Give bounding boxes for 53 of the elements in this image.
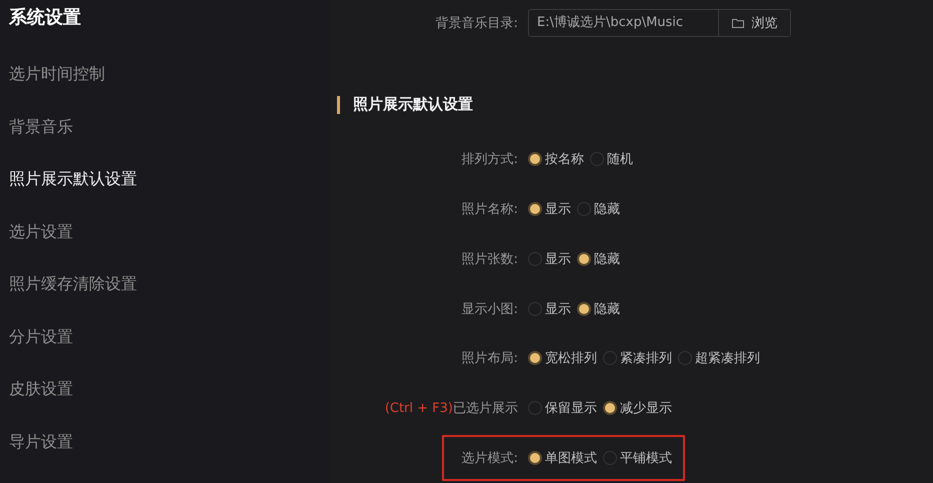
hotkey-hint: (Ctrl + F3)	[384, 401, 453, 416]
option-label: 减少显示	[620, 400, 672, 418]
sidebar-item[interactable]: 导片设置	[9, 430, 330, 482]
sidebar-item[interactable]: 背景音乐	[9, 114, 330, 167]
radio-button[interactable]	[528, 202, 542, 216]
option-label: 按名称	[545, 150, 584, 168]
setting-label: 照片名称:	[460, 200, 518, 218]
sidebar-item[interactable]: 选片设置	[9, 220, 330, 272]
option-label: 单图模式	[545, 450, 597, 468]
option-label: 显示	[545, 300, 571, 318]
option-label: 随机	[607, 150, 633, 168]
sidebar-item[interactable]: 分片设置	[9, 324, 330, 377]
field-label: 背景音乐目录:	[434, 15, 518, 32]
folder-icon	[732, 18, 744, 28]
path-field[interactable]: E:\博诚选片\bcxp\Music 浏览	[528, 9, 791, 37]
radio-button[interactable]	[528, 252, 542, 266]
option-label: 平铺模式	[620, 450, 672, 468]
setting-label: 排列方式:	[460, 150, 518, 168]
option-label: 隐藏	[594, 250, 620, 268]
option-label: 超紧凑排列	[695, 350, 760, 368]
option-label: 隐藏	[594, 200, 620, 218]
setting-label: 已选片展示	[453, 401, 518, 416]
option-label: 隐藏	[594, 300, 620, 318]
radio-button[interactable]	[528, 401, 542, 416]
option-label: 紧凑排列	[620, 350, 672, 368]
radio-button[interactable]	[603, 351, 617, 366]
setting-label: 照片张数:	[460, 250, 518, 268]
option-label: 显示	[545, 200, 571, 218]
option-label: 显示	[545, 250, 571, 268]
setting-label: 选片模式:	[460, 450, 518, 468]
option-label: 宽松排列	[545, 350, 597, 368]
sidebar-item[interactable]: 照片展示默认设置	[9, 167, 330, 220]
radio-button[interactable]	[528, 302, 542, 316]
radio-button[interactable]	[603, 401, 617, 416]
sidebar-item[interactable]: 皮肤设置	[9, 377, 330, 430]
sidebar-item[interactable]: 选片时间控制	[9, 62, 330, 114]
sidebar-title: 系统设置	[9, 6, 82, 30]
setting-label: 显示小图:	[460, 300, 518, 318]
radio-button[interactable]	[528, 152, 542, 166]
radio-button[interactable]	[590, 152, 604, 166]
setting-label: 照片布局:	[460, 350, 518, 368]
radio-button[interactable]	[528, 451, 542, 466]
sidebar-item[interactable]: 照片缓存清除设置	[9, 272, 330, 324]
radio-button[interactable]	[577, 202, 591, 216]
radio-button[interactable]	[678, 351, 692, 366]
radio-button[interactable]	[603, 451, 617, 466]
browse-button[interactable]: 浏览	[718, 10, 790, 36]
section-title: 照片展示默认设置	[353, 95, 473, 114]
radio-button[interactable]	[528, 351, 542, 366]
radio-button[interactable]	[577, 302, 591, 316]
option-label: 保留显示	[545, 400, 597, 418]
radio-button[interactable]	[577, 252, 591, 266]
section-marker	[337, 96, 340, 114]
